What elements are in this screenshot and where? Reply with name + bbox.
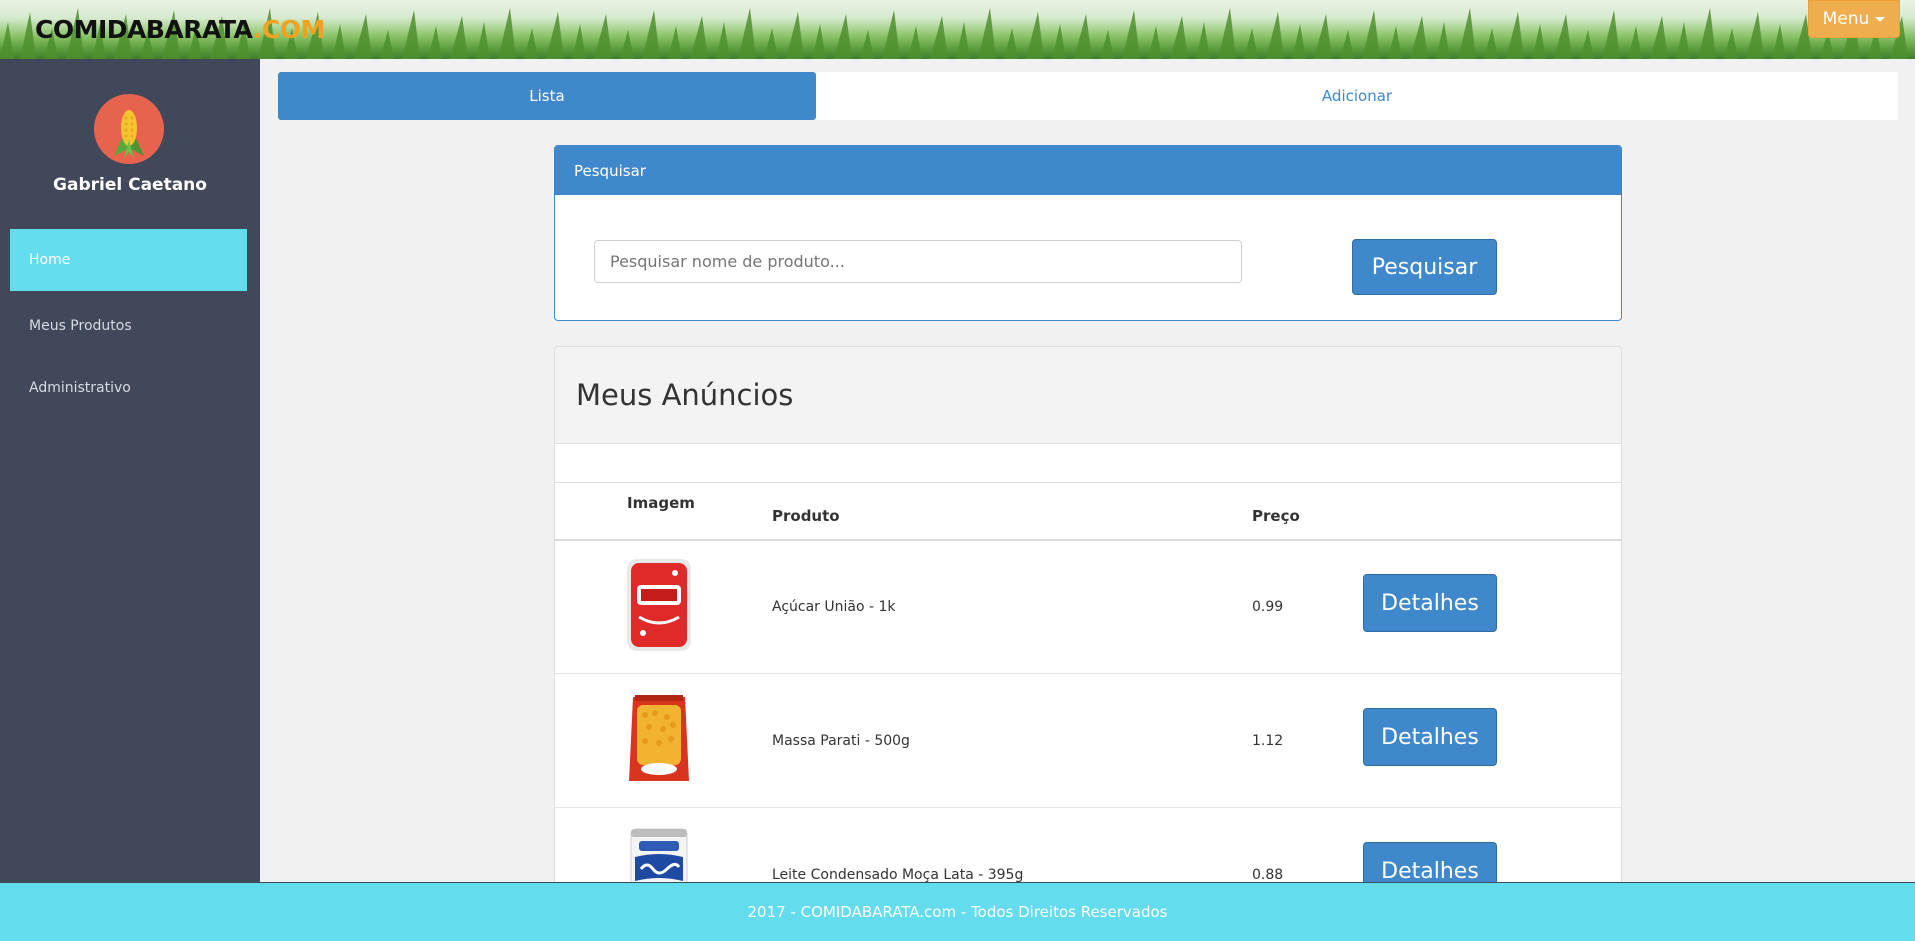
tab-lista[interactable]: Lista (278, 72, 816, 120)
table-header: Imagem Produto Preço (555, 482, 1621, 541)
product-name: Massa Parati - 500g (772, 733, 910, 749)
search-button[interactable]: Pesquisar (1352, 239, 1497, 295)
product-price: 0.88 (1252, 867, 1284, 883)
table-row: Massa Parati - 500g 1.12 Detalhes (555, 675, 1621, 808)
search-panel-title: Pesquisar (555, 146, 1621, 195)
tab-bar: Lista Adicionar (278, 72, 1898, 120)
details-button[interactable]: Detalhes (1363, 574, 1497, 632)
corn-icon (114, 110, 144, 158)
table-row: Açúcar União - 1k 0.99 Detalhes (555, 541, 1621, 674)
product-name: Açúcar União - 1k (772, 599, 896, 615)
sidebar: Gabriel Caetano Home Meus Produtos Admin… (0, 59, 260, 882)
user-name: Gabriel Caetano (53, 175, 207, 195)
product-name: Leite Condensado Moça Lata - 395g (772, 867, 1024, 883)
menu-dropdown-button[interactable]: Menu (1808, 0, 1900, 38)
acucar-uniao-package-image (627, 559, 691, 651)
product-price: 1.12 (1252, 733, 1284, 749)
caret-down-icon (1875, 16, 1886, 22)
details-button[interactable]: Detalhes (1363, 708, 1497, 766)
menu-button-label: Menu (1822, 9, 1870, 29)
logo-main-text: COMIDABARATA (35, 15, 253, 44)
massa-parati-package-image (629, 695, 689, 781)
sidebar-item-label: Administrativo (29, 380, 131, 396)
search-panel: Pesquisar Pesquisar (554, 145, 1622, 321)
sidebar-item-label: Meus Produtos (29, 318, 132, 334)
column-header-produto: Produto (772, 507, 840, 525)
column-header-preco: Preço (1252, 507, 1300, 525)
avatar (94, 94, 164, 164)
logo-suffix-text: .COM (252, 15, 325, 44)
sidebar-item-label: Home (29, 252, 71, 268)
ads-panel: Meus Anúncios Imagem Produto Preço Açúca… (554, 346, 1622, 906)
footer-text: 2017 - COMIDABARATA.com - Todos Direitos… (747, 903, 1168, 921)
sidebar-item-administrativo[interactable]: Administrativo (10, 357, 247, 419)
column-header-imagem: Imagem (627, 494, 695, 512)
top-header: COMIDABARATA.COM Menu (0, 0, 1915, 59)
tab-adicionar[interactable]: Adicionar (816, 72, 1898, 120)
sidebar-item-home[interactable]: Home (10, 229, 247, 291)
footer: 2017 - COMIDABARATA.com - Todos Direitos… (0, 882, 1915, 941)
sidebar-item-meus-produtos[interactable]: Meus Produtos (10, 295, 247, 357)
product-price: 0.99 (1252, 599, 1284, 615)
ads-panel-title: Meus Anúncios (555, 347, 1621, 444)
search-input[interactable] (594, 240, 1242, 283)
site-logo[interactable]: COMIDABARATA.COM (35, 16, 325, 44)
